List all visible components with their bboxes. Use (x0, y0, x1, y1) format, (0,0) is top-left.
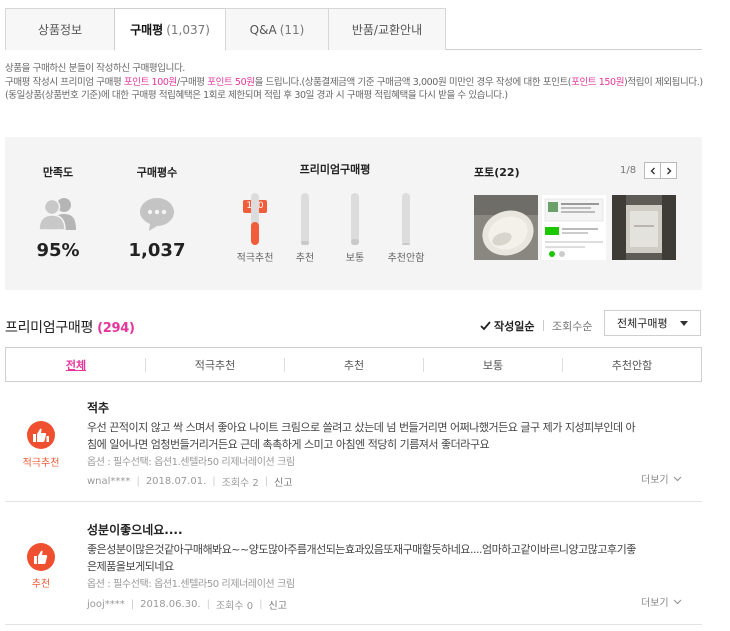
thumbs-up-double-icon (33, 428, 49, 442)
filter-all[interactable]: 전체 (6, 348, 146, 381)
filter-not-recommend[interactable]: 추천안함 (562, 348, 702, 381)
point-highlight: 포인트 100원 (123, 76, 177, 88)
more-button[interactable]: 더보기 (641, 471, 682, 486)
review-count-label: 구매평수 (136, 166, 178, 179)
review-type-select[interactable]: 전체구매평 (604, 310, 701, 336)
review-badge-label: 추천 (31, 579, 51, 590)
sort-recent-option[interactable]: 작성일순 (480, 318, 534, 334)
tab-label: 상품정보 (37, 23, 83, 37)
more-button[interactable]: 더보기 (641, 594, 682, 609)
tab-label: Q&A (249, 22, 277, 37)
tab-qna[interactable]: Q&A (11) (225, 8, 329, 50)
report-link[interactable]: 신고 (274, 474, 292, 489)
chevron-down-icon (673, 599, 682, 604)
review-body: 좋은성분이많은것같아구매해봐요~~양도많아주름개선되는효과있음또재구매할듯하네요… (87, 543, 636, 573)
report-link[interactable]: 신고 (269, 597, 287, 612)
premium-review-label: 프리미엄구매평 (299, 163, 371, 176)
bar-fill (301, 241, 309, 245)
speech-bubble-icon (139, 197, 175, 235)
caret-down-icon (680, 321, 688, 326)
tab-reviews[interactable]: 구매평 (1,037) (114, 8, 226, 51)
check-icon (480, 321, 491, 331)
sort-divider (543, 320, 544, 331)
premium-count: (294) (97, 321, 135, 336)
review-photo-thumb[interactable] (612, 195, 676, 260)
notice-line: (동일상품(상품번호 기준)에 대한 구매평 적립혜택은 1회로 제한되며 적립… (5, 90, 508, 101)
filter-recommend[interactable]: 추천 (284, 348, 424, 381)
tab-return-exchange[interactable]: 반품/교환안내 (328, 8, 446, 50)
review-photo-thumb[interactable] (542, 195, 606, 260)
satisfaction-value: 95% (36, 240, 80, 261)
bar-fill (402, 243, 410, 245)
review-views: 조회수 0 (215, 601, 254, 612)
review-option: 옵션 : 필수선택: 옵션1.센텔라50 리제너레이션 크림 (87, 579, 295, 590)
bar-label: 추천안함 (387, 253, 425, 264)
sort-views-option[interactable]: 조회수순 (552, 318, 592, 334)
review-divider (5, 501, 702, 502)
filter-neutral[interactable]: 보통 (423, 348, 563, 381)
chevron-left-icon (650, 167, 655, 174)
review-date: 2018.06.30. (140, 599, 201, 610)
review-title: 성분이좋으네요.... (87, 523, 183, 537)
photo-prev-button[interactable] (644, 162, 661, 179)
tab-label: 구매평 (130, 23, 164, 37)
review-badge-label: 적극추천 (22, 458, 60, 469)
review-photo-thumb[interactable] (474, 195, 538, 260)
sort-recent-label: 작성일순 (494, 320, 535, 333)
review-filter-bar: 전체 적극추천 추천 보통 추천안함 (5, 347, 702, 382)
premium-title-text: 프리미엄구매평 (5, 320, 94, 336)
review-views: 조회수 2 (221, 478, 259, 489)
tab-count: (1,037) (166, 22, 210, 37)
chevron-down-icon (673, 476, 682, 481)
review-user: wnal**** (87, 476, 131, 487)
product-tabs: 상품정보 구매평 (1,037) Q&A (11) 반품/교환안내 (5, 8, 702, 51)
review-date: 2018.07.01. (145, 476, 207, 487)
chevron-right-icon (666, 167, 671, 174)
review-user: jooj**** (87, 599, 125, 610)
review-option: 옵션 : 필수선택: 옵션1.센텔라50 리제너레이션 크림 (87, 457, 295, 468)
photo-pager-text: 1/8 (620, 165, 637, 176)
photo-next-button[interactable] (660, 162, 677, 179)
point-highlight: 포인트 50원 (207, 76, 255, 88)
tab-count: (11) (279, 22, 305, 37)
thumbs-up-icon (34, 550, 48, 564)
recommend-badge (27, 543, 55, 571)
strong-recommend-badge (27, 421, 55, 449)
tab-label: 반품/교환안내 (351, 23, 423, 37)
satisfaction-label: 만족도 (42, 166, 74, 179)
bar-fill (251, 222, 259, 245)
review-meta: wnal**** | 2018.07.01. | 조회수 2 | 신고 (87, 474, 293, 489)
notice-line: 구매평 작성시 프리미엄 구매평 포인트 100원/구매평 포인트 50원을 드… (5, 76, 703, 88)
premium-reviews-title: 프리미엄구매평 (294) (5, 317, 135, 337)
review-notice: 상품을 구매하신 분들이 작성하신 구매평입니다. 구매평 작성시 프리미엄 구… (5, 62, 705, 103)
review-divider (5, 624, 702, 625)
review-meta: jooj**** | 2018.06.30. | 조회수 0 | 신고 (87, 597, 287, 612)
bar-recommend (301, 193, 309, 245)
people-icon (38, 196, 78, 234)
notice-line: 상품을 구매하신 분들이 작성하신 구매평입니다. (5, 63, 185, 74)
bar-neutral (351, 193, 359, 245)
point-highlight: 포인트 150원 (571, 76, 625, 88)
review-body: 우선 끈적이지 않고 싹 스며서 좋아요 나이트 크림으로 쓸려고 샀는데 넘 … (87, 421, 636, 451)
review-title: 적추 (87, 401, 110, 415)
bar-fill (351, 239, 359, 245)
bar-not-recommend (402, 193, 410, 245)
tab-product-info[interactable]: 상품정보 (5, 8, 115, 50)
filter-strong-recommend[interactable]: 적극추천 (145, 348, 285, 381)
bar-strong-recommend (251, 193, 259, 245)
review-count-value: 1,037 (128, 240, 186, 261)
select-value: 전체구매평 (617, 317, 668, 330)
photo-label: 포토(22) (474, 166, 520, 179)
